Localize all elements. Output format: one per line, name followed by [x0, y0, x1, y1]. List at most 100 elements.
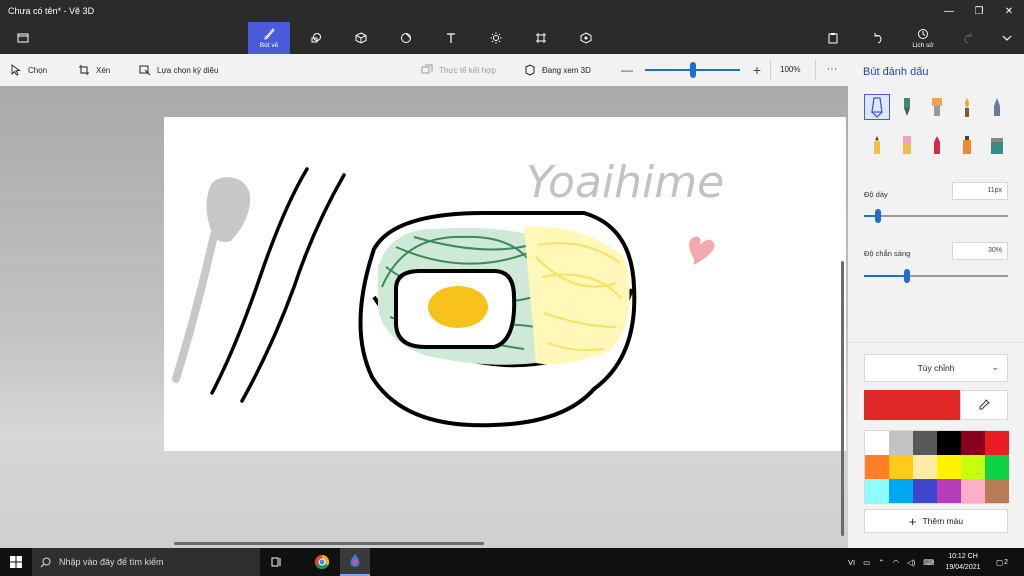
color-swatch[interactable]	[961, 479, 985, 503]
chevron-up-icon[interactable]: ⌃	[878, 558, 884, 567]
spray-can-brush[interactable]	[954, 132, 980, 158]
search-placeholder: Nhập vào đây để tìm kiếm	[59, 557, 164, 567]
color-swatch[interactable]	[985, 479, 1009, 503]
clock-date: 19/04/2021	[945, 564, 981, 571]
thickness-slider-thumb[interactable]	[875, 209, 882, 223]
vertical-scrollbar[interactable]	[841, 261, 844, 536]
3d-library-tab[interactable]	[565, 22, 607, 54]
undo-icon	[874, 33, 882, 44]
zoom-slider-thumb[interactable]	[689, 62, 696, 78]
close-button[interactable]: ✕	[994, 0, 1024, 22]
paste-icon	[828, 33, 838, 44]
pencil-brush[interactable]	[864, 132, 890, 158]
opacity-input[interactable]: 30%	[952, 242, 1008, 260]
history-icon	[918, 29, 928, 39]
start-button[interactable]	[0, 548, 32, 576]
color-swatch[interactable]	[985, 455, 1009, 479]
zoom-out-button[interactable]: —	[620, 62, 634, 78]
add-color-button[interactable]: + Thêm màu	[864, 509, 1008, 533]
mixed-reality-button[interactable]: Thực tế kết hợp	[421, 54, 496, 86]
crayon-brush[interactable]	[924, 132, 950, 158]
horizontal-scrollbar[interactable]	[174, 542, 484, 545]
stickers-tab[interactable]	[385, 22, 427, 54]
language-indicator[interactable]: VI	[848, 558, 855, 567]
drawing-canvas[interactable]: Yoaihime	[164, 117, 846, 451]
taskbar: Nhập vào đây để tìm kiếm VI ▭ ⌃ ◠ ◁) ⌨ 1…	[0, 548, 1024, 576]
paste-button[interactable]	[812, 22, 854, 54]
pixel-pen-brush[interactable]	[984, 94, 1010, 120]
input-method-icon[interactable]: ⌨	[923, 558, 934, 567]
minimize-button[interactable]: —	[934, 0, 964, 22]
current-color-swatch[interactable]	[864, 390, 960, 420]
color-swatch[interactable]	[961, 455, 985, 479]
magic-select-tool[interactable]: Lựa chọn kỳ diệu	[139, 54, 218, 86]
color-swatch[interactable]	[937, 479, 961, 503]
magic-select-label: Lựa chọn kỳ diệu	[157, 65, 219, 75]
view-3d-icon	[525, 64, 535, 76]
color-preset-dropdown[interactable]: Tùy chỉnh ⌄	[864, 354, 1008, 382]
color-swatch[interactable]	[961, 431, 985, 455]
paint3d-taskbar-app[interactable]	[340, 548, 370, 576]
color-swatch[interactable]	[937, 431, 961, 455]
oil-brush[interactable]	[924, 94, 950, 120]
battery-icon[interactable]: ▭	[863, 558, 870, 567]
paint3d-icon	[350, 554, 360, 567]
taskbar-search[interactable]: Nhập vào đây để tìm kiếm	[32, 548, 260, 576]
color-swatch[interactable]	[865, 455, 889, 479]
select-tool[interactable]: Chọn	[10, 54, 47, 86]
thickness-input[interactable]: 11px	[952, 182, 1008, 200]
volume-icon[interactable]: ◁)	[907, 558, 915, 567]
chrome-taskbar-app[interactable]	[307, 548, 337, 576]
window-title: Chưa có tên* - Vẽ 3D	[8, 6, 95, 16]
marker-icon	[871, 97, 883, 118]
clock-time: 10:12 CH	[948, 553, 978, 560]
expand-toolbar-button[interactable]	[986, 22, 1024, 54]
crayon-icon	[934, 136, 940, 154]
panel-separator	[848, 342, 1024, 343]
color-swatch[interactable]	[889, 455, 913, 479]
history-button[interactable]: Lịch sử	[902, 22, 944, 54]
brushes-tab[interactable]: Bút vẽ	[248, 22, 290, 54]
eraser-brush[interactable]	[894, 132, 920, 158]
marker-brush[interactable]	[864, 94, 890, 120]
color-swatch[interactable]	[913, 455, 937, 479]
text-icon	[447, 33, 455, 43]
eyedropper-button[interactable]	[960, 390, 1008, 420]
2d-shapes-tab[interactable]	[295, 22, 337, 54]
color-swatch[interactable]	[913, 431, 937, 455]
pencil-icon	[874, 136, 880, 154]
more-options-button[interactable]: ···	[818, 54, 846, 86]
color-swatch[interactable]	[865, 479, 889, 503]
color-swatch[interactable]	[937, 455, 961, 479]
taskbar-clock[interactable]: 10:12 CH 19/04/2021	[938, 551, 988, 573]
menu-button[interactable]	[2, 22, 44, 54]
thickness-slider-track[interactable]	[864, 215, 1008, 217]
color-swatch[interactable]	[985, 431, 1009, 455]
view-3d-toggle[interactable]: Đang xem 3D	[524, 54, 591, 86]
text-tab[interactable]	[430, 22, 472, 54]
3d-shapes-tab[interactable]	[340, 22, 382, 54]
canvas-tab[interactable]	[520, 22, 562, 54]
crop-icon	[79, 65, 89, 75]
notification-icon: ▢	[996, 557, 1004, 567]
watercolor-brush[interactable]	[954, 94, 980, 120]
color-swatch[interactable]	[865, 431, 889, 455]
undo-button[interactable]	[857, 22, 899, 54]
maximize-button[interactable]: ❐	[964, 0, 994, 22]
wifi-icon[interactable]: ◠	[892, 558, 899, 567]
notification-center[interactable]: ▢ 2	[996, 548, 1008, 576]
color-swatch[interactable]	[889, 479, 913, 503]
color-swatch[interactable]	[889, 431, 913, 455]
effects-tab[interactable]	[475, 22, 517, 54]
fill-bucket-brush[interactable]	[984, 132, 1010, 158]
chevron-down-icon	[1002, 35, 1012, 41]
zoom-in-button[interactable]: +	[750, 62, 764, 78]
color-preset-value: Tùy chỉnh	[917, 363, 955, 373]
crop-tool[interactable]: Xén	[78, 54, 110, 86]
opacity-slider-thumb[interactable]	[904, 269, 911, 283]
task-view-button[interactable]	[262, 548, 292, 576]
pixel-pen-icon	[994, 98, 1000, 116]
redo-button[interactable]	[947, 22, 989, 54]
color-swatch[interactable]	[913, 479, 937, 503]
calligraphy-pen-brush[interactable]	[894, 94, 920, 120]
